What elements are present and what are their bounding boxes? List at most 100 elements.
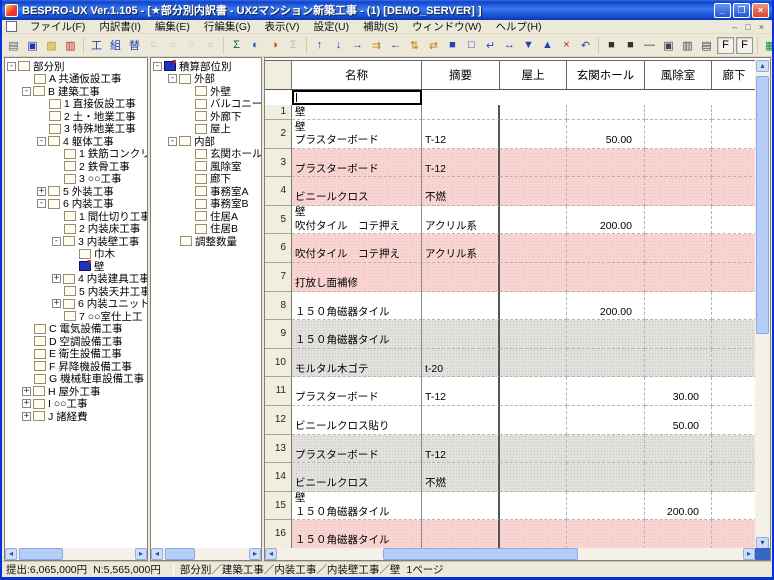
expand-icon[interactable]: + <box>52 274 61 284</box>
toolbar-sheet-green-icon[interactable]: ▦ <box>762 37 772 54</box>
partlist-tree-node[interactable]: 2 鉄骨工事 <box>5 160 147 173</box>
toolbar-row-sum-icon[interactable]: ▼ <box>520 37 537 54</box>
close-button[interactable]: × <box>752 2 769 18</box>
toolbar-view-row-height-icon[interactable]: ■ <box>603 37 620 54</box>
quantity-cell[interactable] <box>645 291 712 321</box>
section-tree-node[interactable]: 屋上 <box>151 123 261 135</box>
spec-cell[interactable] <box>422 105 500 120</box>
collapse-icon[interactable]: - <box>37 136 46 146</box>
quantity-cell[interactable] <box>712 205 757 235</box>
quantity-cell[interactable] <box>712 291 757 321</box>
scroll-right-icon[interactable]: ▸ <box>135 548 147 560</box>
toolbar-font-large-icon[interactable]: F <box>717 36 734 54</box>
name-cell[interactable]: 打放し面補修 <box>292 262 422 292</box>
quantity-cell[interactable] <box>712 434 757 464</box>
toolbar-row-insert-icon[interactable]: → <box>349 37 366 54</box>
section-tree-node[interactable]: 外壁 <box>151 85 261 98</box>
quantity-cell[interactable] <box>500 463 567 492</box>
scroll-left-icon[interactable]: ◂ <box>151 548 163 560</box>
spec-cell[interactable]: 不燃 <box>422 463 500 492</box>
spec-cell[interactable]: T-12 <box>422 148 500 178</box>
expand-icon[interactable]: + <box>22 399 31 409</box>
grid-vscrollbar[interactable]: ▴ ▾ <box>755 60 770 549</box>
quantity-cell[interactable] <box>645 105 712 120</box>
name-cell[interactable]: ビニールクロス <box>292 177 422 206</box>
collapse-icon[interactable]: - <box>37 199 46 209</box>
expand-icon[interactable]: + <box>52 299 61 309</box>
spec-cell[interactable] <box>422 320 500 349</box>
spec-cell[interactable]: T-12 <box>422 434 500 464</box>
spec-cell[interactable]: アクリル系 <box>422 205 500 235</box>
expand-icon[interactable]: + <box>22 411 31 421</box>
partlist-tree-node[interactable]: - 部分別 <box>5 60 147 73</box>
spec-cell[interactable]: T-12 <box>422 120 500 149</box>
partlist-tree-node[interactable]: 3 ○○工事 <box>5 173 147 185</box>
quantity-cell[interactable] <box>712 463 757 492</box>
quantity-cell[interactable] <box>712 377 757 406</box>
mdi-minimize-button[interactable]: – <box>728 22 741 32</box>
toolbar-font-small-icon[interactable]: F <box>736 36 753 54</box>
section-tree-node[interactable]: - 積算部位別 <box>151 60 261 73</box>
spec-cell[interactable]: 不燃 <box>422 177 500 206</box>
partlist-tree-node[interactable]: - B 建築工事 <box>5 85 147 98</box>
quantity-cell[interactable] <box>645 463 712 492</box>
quantity-cell[interactable]: 30.00 <box>645 377 712 406</box>
quantity-cell[interactable] <box>567 463 645 492</box>
scroll-right-icon[interactable]: ▸ <box>743 548 755 560</box>
toolbar-save-icon[interactable]: ▣ <box>24 37 41 54</box>
quantity-cell[interactable] <box>500 148 567 178</box>
quantity-cell[interactable] <box>567 491 645 521</box>
quantity-cell[interactable] <box>500 177 567 206</box>
scroll-left-icon[interactable]: ◂ <box>5 548 17 560</box>
name-cell[interactable]: ビニールクロス <box>292 463 422 492</box>
quantity-cell[interactable] <box>712 148 757 178</box>
toolbar-row-copy-icon[interactable]: ■ <box>444 37 461 54</box>
name-cell[interactable]: 壁 １５０角磁器タイル <box>292 491 422 521</box>
partlist-tree-node[interactable]: + H 屋外工事 <box>5 385 147 398</box>
toolbar-row-up-icon[interactable]: ↑ <box>311 37 328 54</box>
menu-item[interactable]: ウィンドウ(W) <box>405 19 488 34</box>
quantity-cell[interactable] <box>712 405 757 435</box>
section-tree-node[interactable]: 風除室 <box>151 160 261 173</box>
quantity-cell[interactable]: 50.00 <box>645 405 712 435</box>
restore-button[interactable]: ❐ <box>733 2 750 18</box>
partlist-tree-node[interactable]: - 4 躯体工事 <box>5 135 147 148</box>
quantity-cell[interactable] <box>567 234 645 263</box>
name-cell[interactable]: 吹付タイル コテ押え <box>292 234 422 263</box>
mdi-restore-button[interactable]: □ <box>741 22 754 32</box>
quantity-cell[interactable] <box>645 434 712 464</box>
toolbar-part-edit-icon[interactable]: 替 <box>126 37 143 54</box>
quantity-cell[interactable] <box>645 262 712 292</box>
toolbar-view-grid-icon[interactable]: ■ <box>622 37 639 54</box>
partlist-tree-node[interactable]: 7 ○○室仕上工 <box>5 310 147 323</box>
collapse-icon[interactable]: - <box>168 74 177 84</box>
spec-cell[interactable] <box>422 405 500 435</box>
quantity-cell[interactable] <box>645 120 712 149</box>
name-cell[interactable]: １５０角磁器タイル <box>292 520 422 549</box>
quantity-cell[interactable] <box>712 348 757 378</box>
section-tree-node[interactable]: 住居B <box>151 223 261 235</box>
toolbar-row-detail-icon[interactable]: ▲ <box>539 37 556 54</box>
toolbar-link-4-icon[interactable]: ○ <box>202 37 219 54</box>
scroll-thumb[interactable] <box>19 548 63 560</box>
quantity-cell[interactable] <box>500 234 567 263</box>
spec-cell[interactable] <box>422 262 500 292</box>
section-tree-node[interactable]: 外廊下 <box>151 110 261 123</box>
partlist-tree-node[interactable]: 巾木 <box>5 248 147 260</box>
title-bar[interactable]: BESPRO-UX Ver.1.105 - [★部分別内訳書 - UX2マンショ… <box>2 0 772 20</box>
spec-cell[interactable]: アクリル系 <box>422 234 500 263</box>
quantity-cell[interactable]: 50.00 <box>567 120 645 149</box>
partlist-tree-node[interactable]: +6 内装ユニット <box>5 298 147 310</box>
partlist-tree-node[interactable]: +4 内装建具工事 <box>5 273 147 285</box>
scroll-left-icon[interactable]: ◂ <box>265 548 277 560</box>
collapse-icon[interactable]: - <box>153 61 162 71</box>
quantity-cell[interactable] <box>712 491 757 521</box>
section-tree-node[interactable]: 調整数量 <box>151 235 261 248</box>
toolbar-row-delete-icon[interactable]: × <box>558 37 575 54</box>
partlist-tree-node[interactable]: 1 直接仮設工事 <box>5 98 147 110</box>
menu-item[interactable]: 行編集(G) <box>197 19 258 34</box>
quantity-cell[interactable] <box>712 520 757 549</box>
quantity-cell[interactable] <box>500 291 567 321</box>
quantity-cell[interactable] <box>500 434 567 464</box>
quantity-cell[interactable] <box>500 491 567 521</box>
